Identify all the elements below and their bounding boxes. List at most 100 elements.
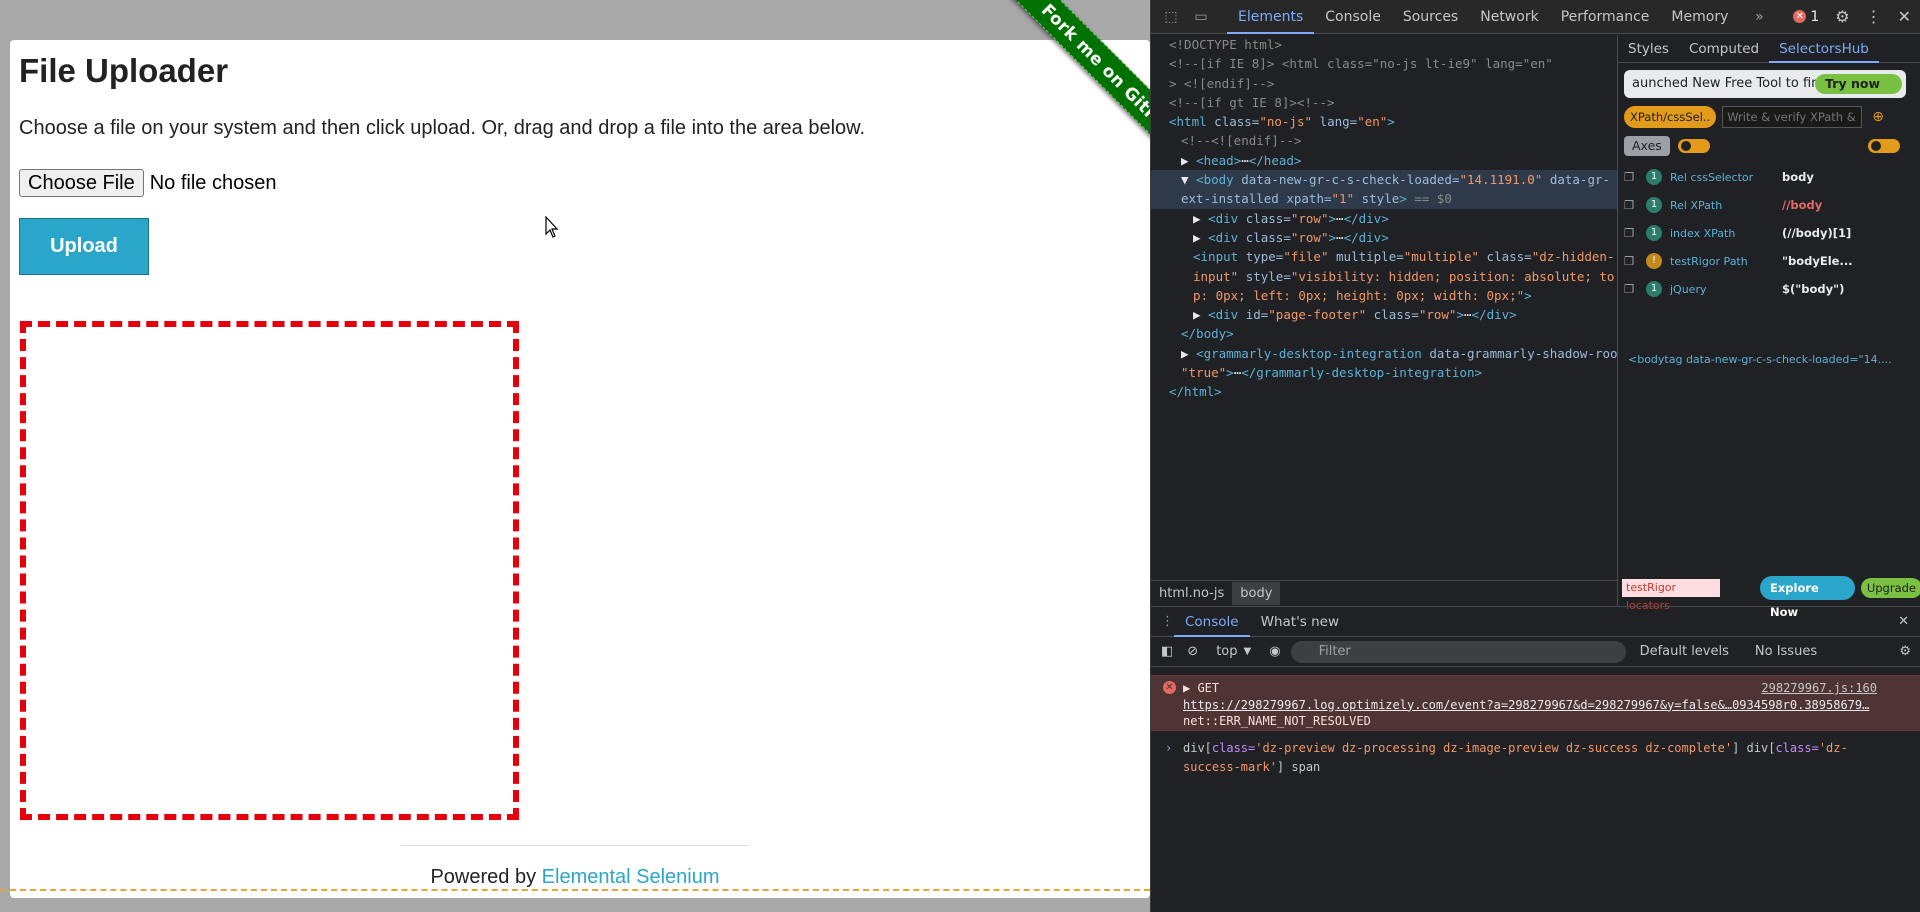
dom-node-line[interactable]: input" style="visibility: hidden; positi… — [1151, 267, 1617, 286]
breadcrumb: html.no-js body — [1151, 580, 1617, 606]
log-levels-select[interactable]: Default levels — [1640, 644, 1729, 659]
dom-node-line[interactable]: <html class="no-js" lang="en"> — [1151, 112, 1617, 131]
locator-value[interactable]: $("body") — [1782, 282, 1844, 296]
close-drawer-icon[interactable]: ✕ — [1898, 614, 1909, 629]
expand-icon[interactable]: ▶ — [1183, 681, 1197, 695]
drawer-tab-console[interactable]: Console — [1174, 607, 1250, 637]
dom-node-line[interactable]: > <![endif]--> — [1151, 74, 1617, 93]
chevron-down-icon: ▼ — [1243, 646, 1252, 657]
settings-gear-icon[interactable]: ⚙ — [1835, 7, 1849, 26]
dom-node-line[interactable]: ▶ <div class="row">⋯</div> — [1151, 228, 1617, 247]
dom-node-line[interactable]: ▶ <grammarly-desktop-integration data-gr… — [1151, 344, 1617, 363]
error-source-link[interactable]: 298279967.js:160 — [1761, 680, 1877, 697]
locator-value[interactable]: //body — [1782, 198, 1822, 212]
drawer-tabs: ⋮ Console What's new ✕ — [1151, 607, 1920, 637]
clear-console-icon[interactable]: ⊘ — [1187, 644, 1198, 659]
axes-button[interactable]: Axes — [1624, 136, 1670, 156]
dom-node-line[interactable]: ▶ <div id="page-footer" class="row">⋯</d… — [1151, 305, 1617, 324]
file-input-row: Choose File No file chosen — [19, 169, 276, 197]
devtools-toolbar: ⬚ ▭ Elements Console Sources Network Perform… — [1151, 0, 1920, 34]
tab-memory[interactable]: Memory — [1660, 0, 1739, 34]
testrigor-locators-label[interactable]: testRigor locators — [1622, 579, 1721, 612]
mode-toggle[interactable] — [1868, 139, 1900, 153]
error-text: net::ERR_NAME_NOT_RESOLVED — [1183, 714, 1371, 728]
error-icon: ✕ — [1163, 681, 1176, 694]
fork-me-ribbon[interactable]: Fork me on GitHub — [1006, 0, 1150, 176]
more-tabs-icon[interactable]: » — [1749, 7, 1769, 27]
match-count: 1 — [1646, 281, 1662, 297]
try-now-button[interactable]: Try now — [1815, 74, 1902, 94]
dom-node-line[interactable]: ext-installed xpath="1" style> == $0 — [1151, 189, 1617, 209]
axes-toggle[interactable] — [1677, 139, 1710, 153]
more-options-icon[interactable]: ⋮ — [1866, 7, 1882, 26]
drag-drop-zone[interactable] — [20, 321, 519, 820]
sidebar-tab-computed[interactable]: Computed — [1679, 35, 1769, 63]
dom-node-line[interactable]: <!DOCTYPE html> — [1151, 35, 1617, 54]
inspect-element-icon[interactable]: ⬚ — [1161, 7, 1181, 27]
copy-icon[interactable]: ❐ — [1624, 254, 1640, 268]
match-count: 1 — [1646, 197, 1662, 213]
dom-node-line[interactable]: <!--[if gt IE 8]><!--> — [1151, 93, 1617, 112]
dom-node-line[interactable]: ▶ <div class="row">⋯</div> — [1151, 209, 1617, 228]
locator-value[interactable]: (//body)[1] — [1782, 226, 1851, 240]
issues-counter[interactable]: No Issues — [1755, 644, 1817, 659]
locator-name: Rel XPath — [1670, 198, 1723, 212]
sidebar-tabs: Styles Computed SelectorsHub — [1618, 35, 1920, 63]
tab-sources[interactable]: Sources — [1392, 0, 1469, 34]
dom-node-line[interactable]: <input type="file" multiple="multiple" c… — [1151, 247, 1617, 266]
copy-icon[interactable]: ❐ — [1624, 198, 1640, 212]
sidebar-toggle-icon[interactable]: ◧ — [1161, 644, 1173, 659]
breadcrumb-body[interactable]: body — [1232, 582, 1281, 605]
error-icon: ✕ — [1793, 10, 1807, 23]
error-count-badge[interactable]: ✕ 1 — [1793, 9, 1819, 25]
dom-node-line[interactable]: <!--[if IE 8]> <html class="no-js lt-ie9… — [1151, 54, 1617, 73]
context-select[interactable]: top — [1216, 644, 1237, 659]
dom-node-line[interactable]: p: 0px; left: 0px; height: 0px; width: 0… — [1151, 286, 1617, 305]
sidebar-tab-styles[interactable]: Styles — [1618, 35, 1679, 63]
tab-elements[interactable]: Elements — [1227, 0, 1315, 34]
cmd-part: ] div[ — [1732, 741, 1776, 755]
explore-now-button[interactable]: Explore Now — [1760, 576, 1855, 619]
page-footer: Powered by Elemental Selenium — [0, 866, 1150, 889]
console-settings-icon[interactable]: ⚙ — [1899, 644, 1911, 659]
banner-text: aunched New Free Tool to fin — [1632, 76, 1820, 91]
copy-icon[interactable]: ❐ — [1624, 170, 1640, 184]
eye-icon[interactable]: ◉ — [1269, 644, 1280, 659]
elemental-selenium-link[interactable]: Elemental Selenium — [542, 866, 720, 888]
choose-file-button[interactable]: Choose File — [19, 169, 144, 197]
locator-value[interactable]: "bodyEle... — [1782, 254, 1853, 268]
cmd-part: div[ — [1183, 741, 1212, 755]
xpath-selector-type[interactable]: XPath/cssSel.. — [1624, 106, 1717, 128]
device-toolbar-icon[interactable]: ▭ — [1191, 7, 1211, 27]
sidebar-tab-selectorshub[interactable]: SelectorsHub — [1769, 35, 1879, 63]
error-url-link[interactable]: https://298279967.log.optimizely.com/eve… — [1183, 697, 1893, 714]
dom-node-line[interactable]: "true">⋯</grammarly-desktop-integration> — [1151, 363, 1617, 382]
dom-node-line[interactable]: <!--<![endif]--> — [1151, 131, 1617, 150]
xpath-input[interactable] — [1722, 106, 1863, 128]
upgrade-button[interactable]: Upgrade — [1860, 578, 1920, 598]
tab-performance[interactable]: Performance — [1550, 0, 1661, 34]
drawer-tab-whats-new[interactable]: What's new — [1250, 607, 1350, 637]
dom-node-line[interactable]: </body> — [1151, 324, 1617, 343]
locator-row: ❐ 1 jQuery $("body") — [1624, 275, 1894, 303]
web-page: Fork me on GitHub File Uploader Choose a… — [0, 0, 1150, 912]
close-devtools-icon[interactable]: ✕ — [1898, 7, 1911, 26]
dom-node-line[interactable]: ▼ <body data-new-gr-c-s-check-loaded="14… — [1151, 170, 1617, 190]
copy-icon[interactable]: ❐ — [1624, 226, 1640, 240]
dom-node-line[interactable]: </html> — [1151, 382, 1617, 401]
console-command[interactable]: › div[class='dz-preview dz-processing dz… — [1151, 731, 1920, 777]
add-icon[interactable]: ⊕ — [1872, 109, 1884, 125]
copy-icon[interactable]: ❐ — [1624, 282, 1640, 296]
mouse-cursor-icon — [545, 216, 559, 238]
tab-network[interactable]: Network — [1469, 0, 1549, 34]
tab-console[interactable]: Console — [1314, 0, 1392, 34]
breadcrumb-html[interactable]: html.no-js — [1151, 582, 1232, 605]
filter-input[interactable]: Filter — [1290, 640, 1626, 663]
upload-button[interactable]: Upload — [19, 218, 149, 275]
drawer-menu-icon[interactable]: ⋮ — [1161, 614, 1174, 629]
match-count: 1 — [1646, 225, 1662, 241]
elements-tree[interactable]: <!DOCTYPE html> <!--[if IE 8]> <html clas… — [1151, 35, 1617, 580]
locator-value[interactable]: body — [1782, 170, 1814, 184]
instructions-text: Choose a file on your system and then cl… — [19, 117, 866, 139]
dom-node-line[interactable]: ▶ <head>⋯</head> — [1151, 151, 1617, 170]
